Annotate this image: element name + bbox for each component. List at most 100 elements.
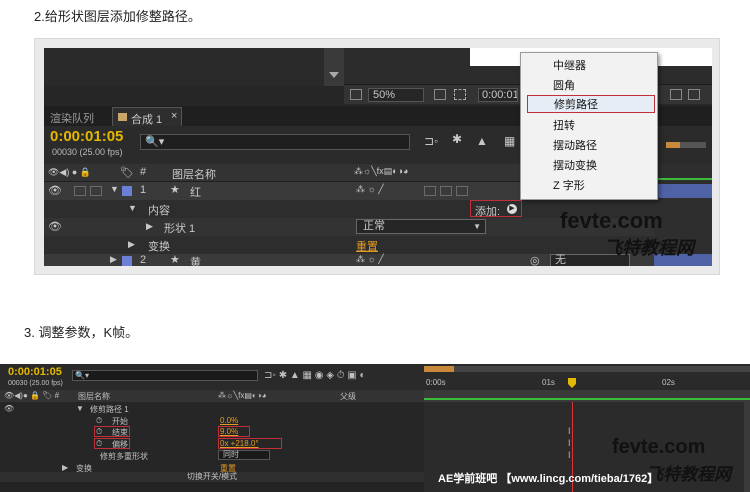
comp-icon bbox=[118, 113, 127, 121]
av-switch-icons: 👁◀) ● 🔒 bbox=[48, 167, 91, 177]
keyframe-marker-icon[interactable]: I bbox=[568, 450, 571, 460]
layer-switches-icon[interactable]: ⁂ ☼ ╱ bbox=[356, 254, 384, 265]
resolution-icon[interactable] bbox=[434, 89, 446, 100]
collapse-triangle-icon[interactable]: ▶ bbox=[62, 463, 68, 472]
menu-item-wiggle-paths[interactable]: 摆动路径 bbox=[527, 137, 655, 155]
layer-number: 1 bbox=[140, 184, 147, 196]
layer-number: 2 bbox=[140, 254, 147, 266]
menu-item-zigzag[interactable]: Z 字形 bbox=[527, 177, 655, 195]
scrollbar-vertical[interactable] bbox=[324, 48, 344, 86]
tab-comp-1[interactable]: 合成 1 × bbox=[112, 107, 182, 126]
work-area-bar[interactable] bbox=[666, 142, 706, 148]
menu-item-wiggle-transform[interactable]: 摆动变换 bbox=[527, 157, 655, 175]
trim-multiple-select[interactable]: 同时 bbox=[218, 450, 270, 460]
search-input[interactable]: 🔍▾ bbox=[140, 134, 410, 150]
transparency-grid-icon[interactable] bbox=[454, 89, 466, 100]
toggle-switches-modes[interactable]: 切换开关/模式 bbox=[0, 472, 424, 482]
channel-icon[interactable] bbox=[670, 89, 682, 100]
expand-triangle-icon[interactable]: ▼ bbox=[76, 404, 84, 413]
tab-render-queue[interactable]: 渲染队列 bbox=[50, 110, 94, 126]
zoom-select[interactable]: 50% bbox=[368, 88, 424, 102]
region-icon[interactable] bbox=[350, 89, 362, 100]
visibility-eye-icon[interactable]: 👁 bbox=[48, 184, 62, 197]
ruler-label-1: 01s bbox=[542, 378, 555, 387]
viewer-timecode[interactable]: 0:00:01 bbox=[478, 88, 518, 102]
current-timecode[interactable]: 0:00:01:05 bbox=[8, 366, 62, 378]
shape-layer-star-icon: ★ bbox=[170, 184, 180, 196]
parent-pickwhip-icon[interactable]: ◎ bbox=[530, 254, 540, 266]
navigator-handle[interactable] bbox=[424, 366, 454, 372]
current-timecode[interactable]: 0:00:01:05 bbox=[50, 128, 123, 145]
stopwatch-icon[interactable]: ⏱ bbox=[96, 439, 102, 449]
playhead-icon[interactable] bbox=[568, 378, 576, 388]
menu-item-trim-paths[interactable]: 修剪路径 bbox=[527, 95, 655, 113]
hide-shy-icon[interactable]: ▲ bbox=[476, 134, 488, 148]
visibility-eye-icon[interactable]: 👁 bbox=[4, 404, 14, 413]
offset-value[interactable]: 0x +218.0° bbox=[220, 439, 259, 448]
add-button[interactable]: 添加: ▶ bbox=[470, 200, 522, 218]
transform-label: 变换 bbox=[148, 241, 170, 253]
toggle-switches-label: 切换开关/模式 bbox=[186, 472, 238, 481]
layer-name[interactable]: 红 bbox=[190, 184, 201, 200]
grid-icon[interactable] bbox=[688, 89, 700, 100]
search-input[interactable]: 🔍▾ bbox=[72, 370, 258, 381]
av-switch-icons: 👁◀)● 🔒 🏷 # bbox=[4, 391, 60, 400]
collapse-triangle-icon[interactable]: ▶ bbox=[128, 239, 135, 250]
col-layer-name[interactable]: 图层名称 bbox=[172, 166, 216, 182]
label-color-swatch[interactable] bbox=[122, 256, 132, 266]
draft-3d-icon[interactable]: ✱ bbox=[452, 132, 462, 146]
layer-switches-icon[interactable]: ⁂ ☼ ╱ bbox=[356, 184, 384, 195]
col-layer-name[interactable]: 图层名称 bbox=[78, 391, 110, 402]
credit-watermark: AE学前班吧 【www.lincg.com/tieba/1762】 bbox=[438, 473, 659, 485]
work-area-start[interactable] bbox=[666, 142, 680, 148]
vertical-scrollbar[interactable] bbox=[744, 402, 750, 492]
step2-heading: 2.给形状图层添加修整路径。 bbox=[34, 9, 201, 24]
layer-switch-a[interactable] bbox=[424, 186, 436, 196]
property-panel: 👁 ▼ 修剪路径 1 ⏱ 开始 0.0% ⏱ 结束 9.0% ⏱ 偏移 0x +… bbox=[0, 402, 424, 482]
trim-paths-label: 修剪路径 1 bbox=[90, 405, 129, 414]
blend-mode-select[interactable]: 正常 ▼ bbox=[356, 219, 486, 234]
scroll-down-icon[interactable] bbox=[329, 72, 339, 78]
start-value[interactable]: 0.0% bbox=[220, 416, 238, 425]
track-header bbox=[424, 390, 750, 402]
comp-mini-flowchart-icon[interactable]: ⊐◦ bbox=[424, 134, 438, 148]
layer-switch-b[interactable] bbox=[440, 186, 452, 196]
keyframe-end-icon[interactable]: I bbox=[568, 426, 571, 436]
expand-triangle-icon[interactable]: ▼ bbox=[128, 203, 137, 213]
col-number: # bbox=[140, 166, 147, 178]
toolbar-icons[interactable]: ⊐◦ ✱ ▲ ▦ ◉ ◈ ⏱ ▣ ◐ bbox=[264, 370, 366, 381]
add-popup-menu: 中继器 圆角 修剪路径 扭转 摆动路径 摆动变换 Z 字形 bbox=[520, 52, 658, 200]
menu-item-twist[interactable]: 扭转 bbox=[527, 117, 655, 135]
layer-switch-c[interactable] bbox=[456, 186, 468, 196]
collapse-triangle-icon[interactable]: ▶ bbox=[110, 254, 117, 265]
label-color-swatch[interactable] bbox=[122, 186, 132, 196]
collapse-triangle-icon[interactable]: ▶ bbox=[146, 221, 153, 232]
tab-comp-label: 合成 1 bbox=[131, 114, 163, 126]
frame-blending-icon[interactable]: ▦ bbox=[504, 134, 515, 148]
frame-count: 00030 (25.00 fps) bbox=[8, 380, 63, 387]
stopwatch-icon[interactable]: ⏱ bbox=[96, 416, 102, 426]
solo-switch[interactable] bbox=[74, 186, 86, 196]
end-value[interactable]: 9.0% bbox=[220, 427, 238, 436]
visibility-eye-icon[interactable]: 👁 bbox=[48, 220, 62, 233]
watermark-fevte: fevte.com bbox=[560, 208, 663, 233]
search-icon: 🔍▾ bbox=[75, 371, 89, 380]
expand-triangle-icon[interactable]: ▼ bbox=[110, 184, 119, 194]
watermark-fevte-cn: 飞特教程网 bbox=[646, 465, 731, 484]
col-parent[interactable]: 父级 bbox=[340, 391, 356, 402]
layer-1-bar[interactable] bbox=[654, 184, 712, 198]
menu-item-repeater[interactable]: 中继器 bbox=[527, 57, 655, 75]
trim-multiple-label: 修剪多重形状 bbox=[100, 452, 148, 461]
timeline-header-2: 0:00:01:05 00030 (25.00 fps) 🔍▾ ⊐◦ ✱ ▲ ▦… bbox=[0, 364, 750, 390]
switches-icons: ⁂☼╲fx▤◐◑◕ bbox=[354, 166, 409, 176]
layer-name[interactable]: 黄 bbox=[190, 254, 201, 266]
stopwatch-icon[interactable]: ⏱ bbox=[96, 427, 102, 437]
close-icon[interactable]: × bbox=[171, 110, 177, 122]
keyframe-offset-icon[interactable]: I bbox=[568, 438, 571, 448]
reset-link[interactable]: 重置 bbox=[356, 238, 378, 254]
time-navigator[interactable] bbox=[424, 366, 750, 372]
frame-count: 00030 (25.00 fps) bbox=[52, 147, 123, 157]
menu-item-round-corners[interactable]: 圆角 bbox=[527, 77, 655, 95]
ae-timeline-screenshot-2: 0:00:01:05 00030 (25.00 fps) 🔍▾ ⊐◦ ✱ ▲ ▦… bbox=[0, 364, 750, 492]
lock-switch[interactable] bbox=[90, 186, 102, 196]
